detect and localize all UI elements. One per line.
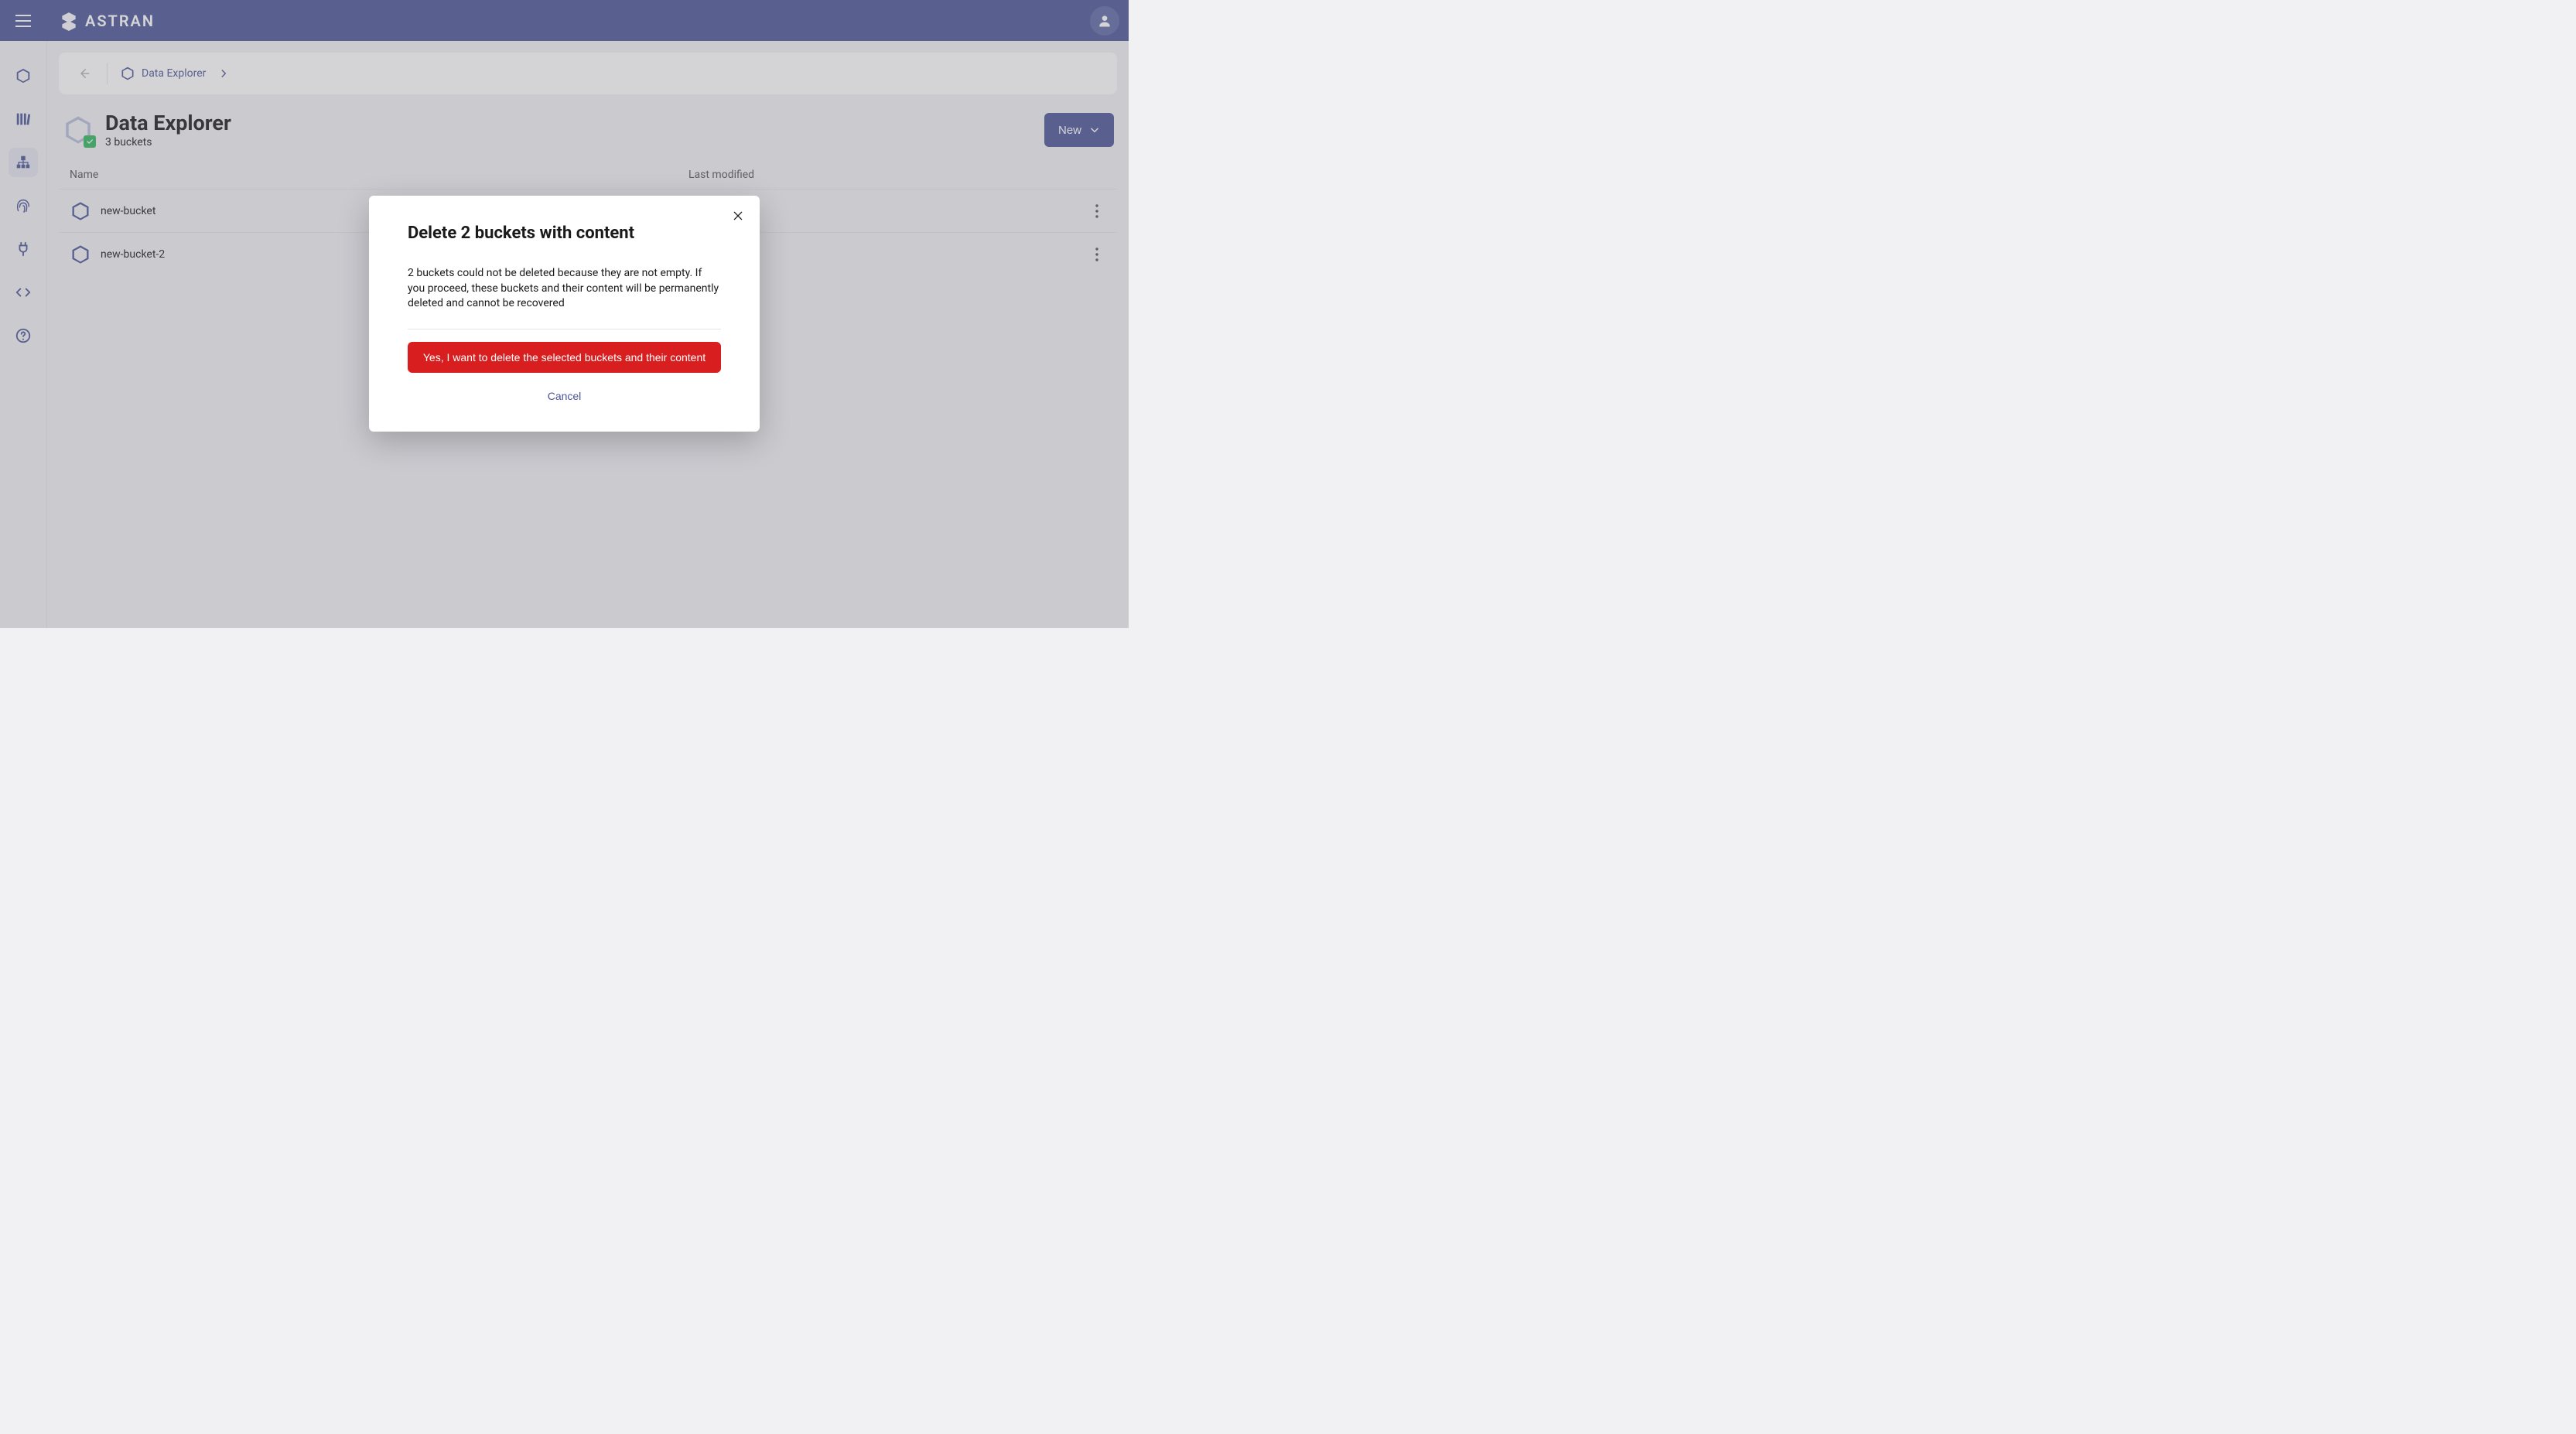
delete-confirm-modal: Delete 2 buckets with content 2 buckets … — [369, 196, 760, 432]
close-icon — [732, 210, 744, 222]
modal-close-button[interactable] — [730, 208, 746, 224]
modal-cancel-button[interactable]: Cancel — [408, 390, 721, 402]
modal-confirm-button[interactable]: Yes, I want to delete the selected bucke… — [408, 342, 721, 373]
modal-body: 2 buckets could not be deleted because t… — [408, 266, 721, 312]
modal-title: Delete 2 buckets with content — [408, 224, 721, 243]
modal-overlay[interactable]: Delete 2 buckets with content 2 buckets … — [0, 0, 1129, 628]
